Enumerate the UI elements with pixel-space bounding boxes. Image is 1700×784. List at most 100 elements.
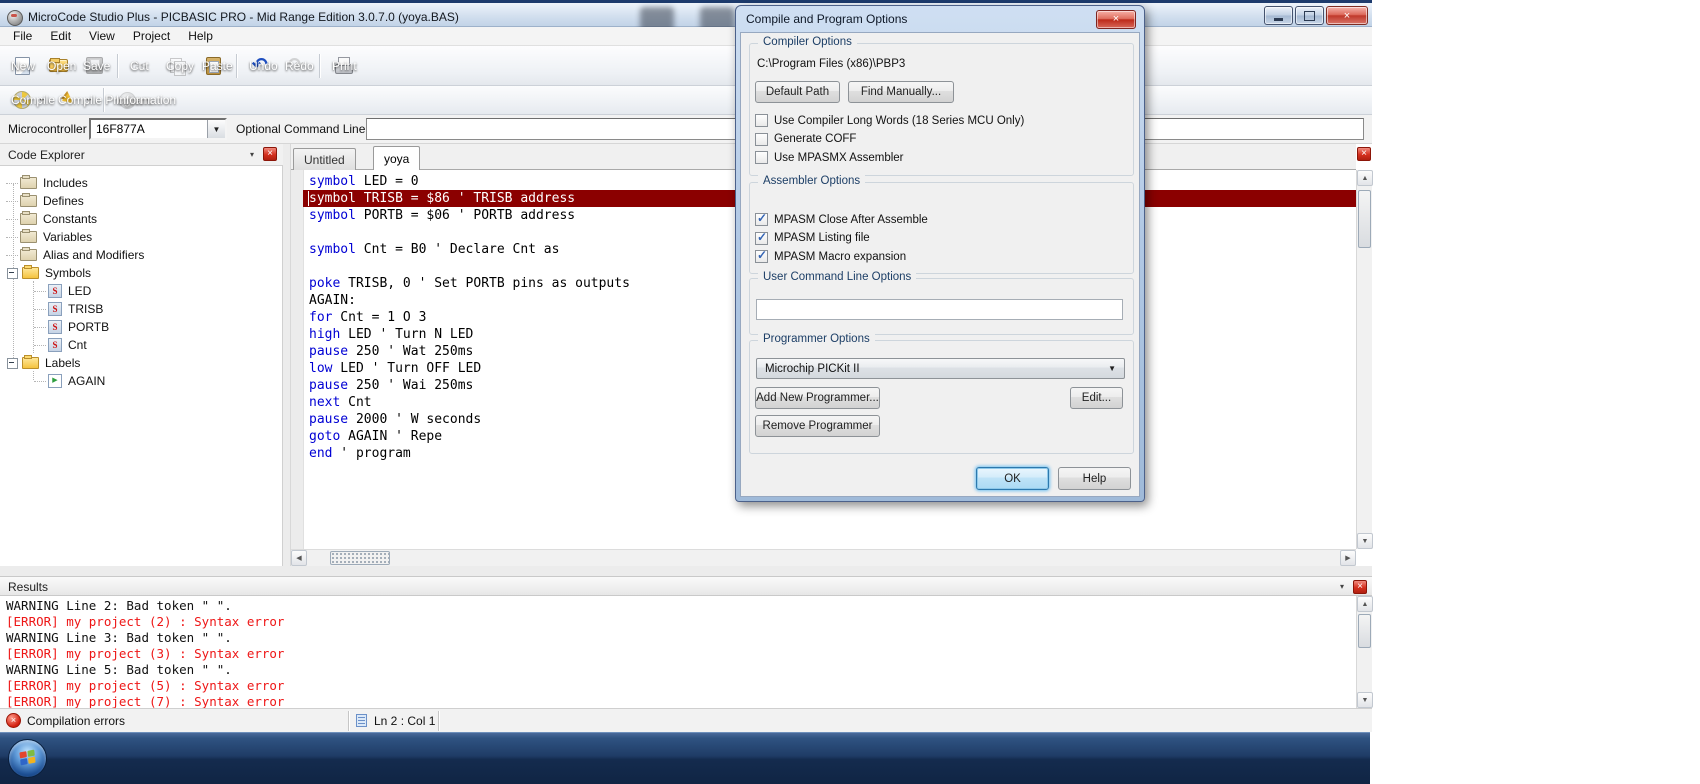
scroll-down-button[interactable]: ▼ (1357, 692, 1373, 708)
tree-guide-stub (6, 183, 18, 184)
toolbar-separator (117, 54, 118, 78)
tree-item-trisb[interactable]: STRISB (0, 300, 282, 318)
generate-coff-checkbox[interactable] (755, 133, 768, 146)
assembler-options-label: Assembler Options (758, 175, 865, 187)
code-keyword: low (309, 361, 332, 376)
tree-item-symbols[interactable]: Symbols (0, 264, 282, 282)
tab-untitled[interactable]: Untitled (293, 148, 356, 170)
close-results-button[interactable]: × (1353, 580, 1367, 594)
tab-yoya[interactable]: yoya (373, 146, 420, 170)
code-text: LED ' Turn OFF LED (332, 361, 481, 376)
toolbar-button-label: Save (83, 59, 110, 73)
horizontal-scrollbar[interactable]: ◀ ▶ (291, 549, 1356, 566)
chevron-down-icon[interactable]: ▾ (1340, 582, 1344, 591)
results-title: Results (8, 580, 48, 594)
compile-program-button[interactable]: Compile Program▾ (51, 86, 98, 114)
start-button[interactable] (8, 739, 47, 778)
dialog-close-button[interactable]: × (1096, 10, 1136, 29)
ok-button[interactable]: OK (976, 467, 1049, 490)
tree-item-led[interactable]: SLED (0, 282, 282, 300)
mpasm-macro-expansion-checkbox[interactable] (755, 250, 768, 263)
print-button[interactable]: Print (325, 52, 361, 80)
user-command-line-input[interactable] (756, 299, 1123, 320)
compile-toolbar: Compile▾Compile Program▾ Information (0, 86, 1372, 115)
code-text: Cnt (340, 395, 371, 410)
undo-button[interactable]: Undo (242, 52, 278, 80)
tree-item-constants[interactable]: Constants (0, 210, 282, 228)
tree-item-alias-and-modifiers[interactable]: Alias and Modifiers (0, 246, 282, 264)
status-bar: × Compilation errors Ln 2 : Col 1 (0, 708, 1372, 732)
tree-item-variables[interactable]: Variables (0, 228, 282, 246)
panel-splitter[interactable] (283, 144, 291, 566)
tree-guide-stub (6, 255, 18, 256)
tree-item-includes[interactable]: Includes (0, 174, 282, 192)
code-explorer-tree: Includes Defines ConstantsVariables Alias a… (0, 166, 283, 566)
tree-item-portb[interactable]: SPORTB (0, 318, 282, 336)
chevron-down-icon[interactable]: ▼ (1108, 364, 1116, 373)
tree-item-labels[interactable]: Labels (0, 354, 282, 372)
tree-item-label: Cnt (68, 338, 87, 352)
symbol-icon: S (48, 338, 62, 352)
mpasm-macro-expansion-row: MPASM Macro expansion (755, 249, 906, 264)
chevron-down-icon[interactable]: ▼ (207, 120, 225, 138)
default-path-button[interactable]: Default Path (755, 81, 840, 103)
toolbar-button-label: Compile (11, 93, 55, 107)
programmer-select[interactable]: Microchip PICKit II ▼ (756, 358, 1125, 379)
use-compiler-long-words-18-series-mcu-only-checkbox[interactable] (755, 114, 768, 127)
cut-button: Cut (123, 52, 159, 80)
menu-bar: FileEditViewProjectHelp (0, 27, 1372, 46)
microcontroller-select[interactable]: 16F877A ▼ (89, 118, 227, 140)
scrollbar-thumb[interactable] (1358, 190, 1371, 248)
chevron-down-icon[interactable]: ▾ (250, 150, 254, 159)
scroll-up-button[interactable]: ▲ (1357, 596, 1373, 612)
find-manually-button[interactable]: Find Manually... (848, 81, 954, 103)
menu-view[interactable]: View (80, 27, 124, 45)
minimize-button[interactable] (1264, 6, 1293, 25)
menu-project[interactable]: Project (124, 27, 179, 45)
help-button[interactable]: Help (1058, 467, 1131, 490)
scrollbar-thumb[interactable] (330, 551, 390, 565)
paste-button[interactable]: Paste (195, 52, 231, 80)
tree-item-cnt[interactable]: S Cnt (0, 336, 282, 354)
result-line: [ERROR] my project (7) : Syntax error (0, 694, 1372, 708)
windows-flag-pane (28, 757, 36, 764)
add-new-programmer-button[interactable]: Add New Programmer... (755, 387, 880, 409)
new-button[interactable]: New (4, 52, 40, 80)
scroll-right-button[interactable]: ▶ (1340, 550, 1356, 566)
edit-programmer-button[interactable]: Edit... (1070, 387, 1123, 409)
scrollbar-thumb[interactable] (1358, 614, 1371, 648)
toolbar-button-label: Information (116, 93, 176, 107)
use-mpasmx-assembler-checkbox[interactable] (755, 151, 768, 164)
close-document-button[interactable]: × (1357, 147, 1371, 161)
open-button[interactable]: Open (40, 52, 76, 80)
mpasm-listing-file-checkbox[interactable] (755, 232, 768, 245)
menu-file[interactable]: File (4, 27, 41, 45)
tree-item-again[interactable]: ▶AGAIN (0, 372, 282, 390)
scroll-down-button[interactable]: ▼ (1357, 533, 1373, 549)
tree-item-defines[interactable]: Defines (0, 192, 282, 210)
toolbar-separator (236, 54, 237, 78)
code-explorer-header: Code Explorer ▾ × (0, 144, 283, 166)
collapse-expander-icon[interactable] (7, 268, 18, 279)
code-text: LED ' Turn N LED (340, 327, 473, 342)
remove-programmer-button[interactable]: Remove Programmer (755, 415, 880, 437)
scroll-up-button[interactable]: ▲ (1357, 170, 1373, 186)
maximize-button[interactable] (1295, 6, 1324, 25)
collapse-expander-icon[interactable] (7, 358, 18, 369)
close-panel-button[interactable]: × (263, 147, 277, 161)
tree-item-label: Labels (45, 356, 80, 370)
tree-item-label: Defines (43, 194, 84, 208)
menu-help[interactable]: Help (179, 27, 222, 45)
editor-vertical-scrollbar[interactable]: ▲ ▼ (1356, 170, 1372, 549)
compile-button[interactable]: Compile▾ (4, 86, 51, 114)
tree-item-label: Alias and Modifiers (43, 248, 144, 262)
mpasm-close-after-assemble-checkbox[interactable] (755, 213, 768, 226)
code-explorer-title: Code Explorer (8, 148, 85, 162)
menu-edit[interactable]: Edit (41, 27, 80, 45)
status-separator (348, 711, 349, 731)
toolbar-button-label: Print (332, 59, 357, 73)
results-vertical-scrollbar[interactable]: ▲ ▼ (1356, 596, 1372, 708)
scroll-left-button[interactable]: ◀ (291, 550, 307, 566)
maximize-icon (1304, 11, 1315, 21)
close-button[interactable]: × (1326, 6, 1368, 25)
